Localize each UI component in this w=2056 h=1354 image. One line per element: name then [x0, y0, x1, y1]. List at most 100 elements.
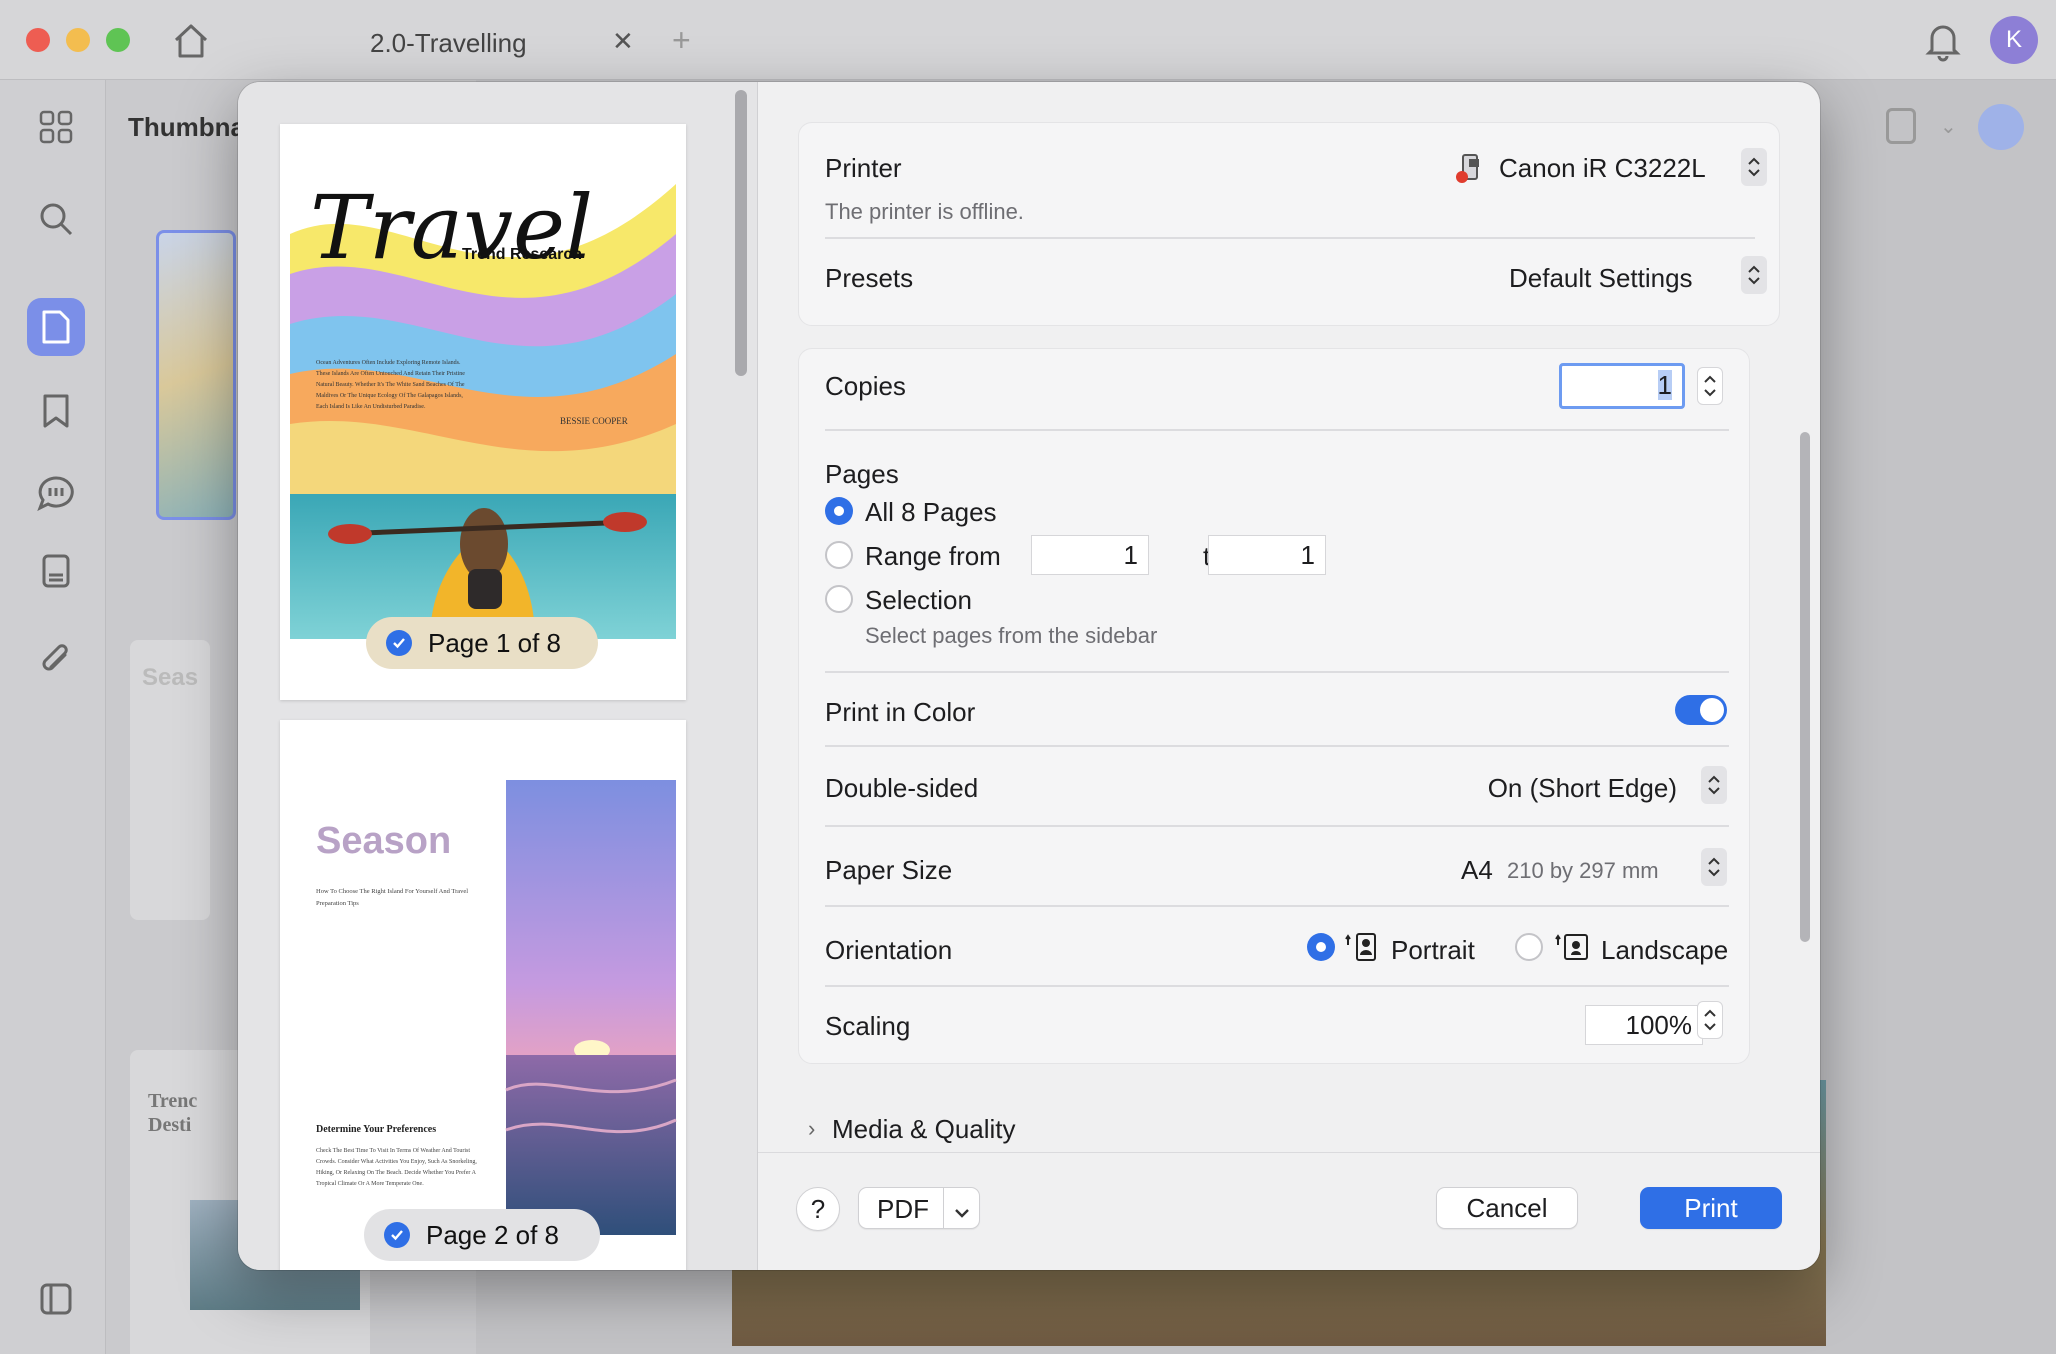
home-icon[interactable] — [170, 20, 212, 62]
all-pages-radio[interactable] — [825, 497, 853, 525]
divider — [825, 237, 1755, 239]
divider — [825, 745, 1729, 747]
divider — [825, 905, 1729, 907]
paper-size-select[interactable]: A4 210 by 297 mm — [1439, 845, 1729, 889]
presets-value: Default Settings — [1509, 263, 1693, 293]
grid-icon[interactable] — [27, 98, 85, 156]
range-from-input[interactable]: 1 — [1031, 535, 1149, 575]
presets-select[interactable]: Default Settings — [1509, 253, 1767, 297]
new-tab-icon[interactable]: + — [672, 22, 691, 59]
paper-size-detail: 210 by 297 mm — [1507, 858, 1659, 883]
chevron-right-icon: › — [808, 1116, 816, 1141]
landscape-label: Landscape — [1601, 935, 1729, 965]
copies-input[interactable]: 1 — [1559, 363, 1685, 409]
range-radio[interactable] — [825, 541, 853, 569]
landscape-radio[interactable] — [1515, 933, 1543, 961]
copies-stepper[interactable] — [1697, 367, 1723, 405]
portrait-icon — [1345, 931, 1379, 963]
options-card: Copies 1 Pages All 8 Pages Range from 1 … — [798, 348, 1750, 1064]
preview-page-2[interactable]: Season How To Choose The Right Island Fo… — [280, 720, 686, 1270]
pdf-label: PDF — [877, 1194, 929, 1224]
all-pages-label: All 8 Pages — [865, 497, 997, 527]
zoom-window-button[interactable] — [106, 28, 130, 52]
thumbnail-page-1[interactable] — [156, 230, 236, 520]
paper-size-value: A4 — [1461, 855, 1493, 885]
thumbnail-page-2-title: Seas — [142, 664, 199, 691]
avatar[interactable]: K — [1990, 16, 2038, 64]
page-2-badge-label: Page 2 of 8 — [426, 1219, 559, 1250]
copies-label: Copies — [825, 371, 906, 401]
thumbnail-panel-title: Thumbna — [128, 112, 245, 142]
printer-card: Printer Canon iR C3222L The printer is o… — [798, 122, 1780, 326]
page-1-author: BESSIE COOPER — [560, 416, 628, 426]
divider — [825, 671, 1729, 673]
document-tab[interactable]: 2.0-Travelling ✕ — [300, 0, 650, 80]
range-to-input[interactable]: 1 — [1208, 535, 1326, 575]
page-2-heading: Determine Your Preferences — [316, 1124, 437, 1135]
thumbnail-page-3-title-b: Desti — [148, 1114, 192, 1136]
orientation-label: Orientation — [825, 935, 953, 965]
media-quality-label: Media & Quality — [832, 1114, 1016, 1144]
portrait-radio[interactable] — [1307, 933, 1335, 961]
left-toolbar — [0, 80, 106, 1354]
thumbnail-page-2[interactable]: Seas — [130, 640, 210, 920]
attachment-icon[interactable] — [27, 630, 85, 688]
chevron-down-icon[interactable]: ⌄ — [1940, 114, 1957, 139]
updown-chevron-icon — [1741, 148, 1767, 186]
print-settings-pane: Printer Canon iR C3222L The printer is o… — [758, 82, 1820, 1152]
divider — [825, 429, 1729, 431]
printer-select[interactable]: Canon iR C3222L — [1455, 145, 1767, 189]
updown-chevron-icon — [1741, 256, 1767, 294]
printer-name: Canon iR C3222L — [1499, 153, 1706, 183]
page-1-badge-label: Page 1 of 8 — [428, 627, 561, 658]
save-icon[interactable] — [1886, 108, 1916, 144]
sidebar-toggle-icon[interactable] — [27, 1270, 85, 1328]
double-sided-select[interactable]: On (Short Edge) — [1479, 763, 1729, 807]
print-preview-pane: Travel Trend Research Ocean Adventures O… — [238, 82, 758, 1270]
pdf-menu-button[interactable]: PDF — [858, 1187, 980, 1229]
close-tab-icon[interactable]: ✕ — [612, 26, 634, 57]
page-2-badge[interactable]: Page 2 of 8 — [364, 1209, 600, 1261]
bell-icon[interactable] — [1922, 18, 1964, 62]
form-icon[interactable] — [27, 542, 85, 600]
page-2-body: Check The Best Time To Visit In Terms Of… — [316, 1148, 477, 1187]
close-window-button[interactable] — [26, 28, 50, 52]
minimize-window-button[interactable] — [66, 28, 90, 52]
pages-label: Pages — [825, 459, 899, 489]
scaling-input[interactable]: 100% — [1585, 1005, 1703, 1045]
printer-status: The printer is offline. — [825, 199, 1024, 224]
settings-scrollbar[interactable] — [1800, 432, 1810, 942]
page-icon[interactable] — [27, 298, 85, 356]
double-sided-label: Double-sided — [825, 773, 979, 803]
print-in-color-label: Print in Color — [825, 697, 976, 727]
print-button[interactable]: Print — [1640, 1187, 1782, 1229]
copies-value: 1 — [1657, 370, 1672, 400]
scaling-stepper[interactable] — [1697, 1001, 1723, 1039]
preview-page-1[interactable]: Travel Trend Research Ocean Adventures O… — [280, 124, 686, 700]
print-in-color-toggle[interactable] — [1675, 695, 1727, 725]
print-dialog: Travel Trend Research Ocean Adventures O… — [238, 82, 1820, 1270]
media-quality-disclosure[interactable]: › Media & Quality — [808, 1114, 1108, 1154]
cancel-button[interactable]: Cancel — [1436, 1187, 1578, 1229]
search-icon[interactable] — [27, 190, 85, 248]
document-tab-title: 2.0-Travelling — [370, 28, 527, 58]
background-toolbar: ⌄ — [1860, 100, 2040, 160]
page-2-intro: How To Choose The Right Island For Yours… — [316, 888, 469, 907]
ai-assistant-icon[interactable] — [1978, 104, 2024, 150]
page-1-subtitle: Trend Research — [462, 246, 583, 263]
selection-radio[interactable] — [825, 585, 853, 613]
thumbnail-page-3-title-a: Trenc — [148, 1090, 198, 1112]
page-1-badge[interactable]: Page 1 of 8 — [366, 617, 598, 669]
updown-chevron-icon — [1701, 848, 1727, 886]
printer-label: Printer — [825, 153, 902, 183]
printer-icon — [1455, 151, 1485, 183]
comment-icon[interactable] — [27, 464, 85, 522]
paper-size-label: Paper Size — [825, 855, 953, 885]
chevron-down-icon — [953, 1198, 971, 1218]
help-button[interactable]: ? — [796, 1187, 840, 1231]
preview-scrollbar[interactable] — [735, 90, 747, 376]
selection-label: Selection — [865, 585, 972, 615]
dialog-footer: ? PDF Cancel Print — [758, 1152, 1820, 1270]
presets-label: Presets — [825, 263, 914, 293]
bookmark-icon[interactable] — [27, 382, 85, 440]
